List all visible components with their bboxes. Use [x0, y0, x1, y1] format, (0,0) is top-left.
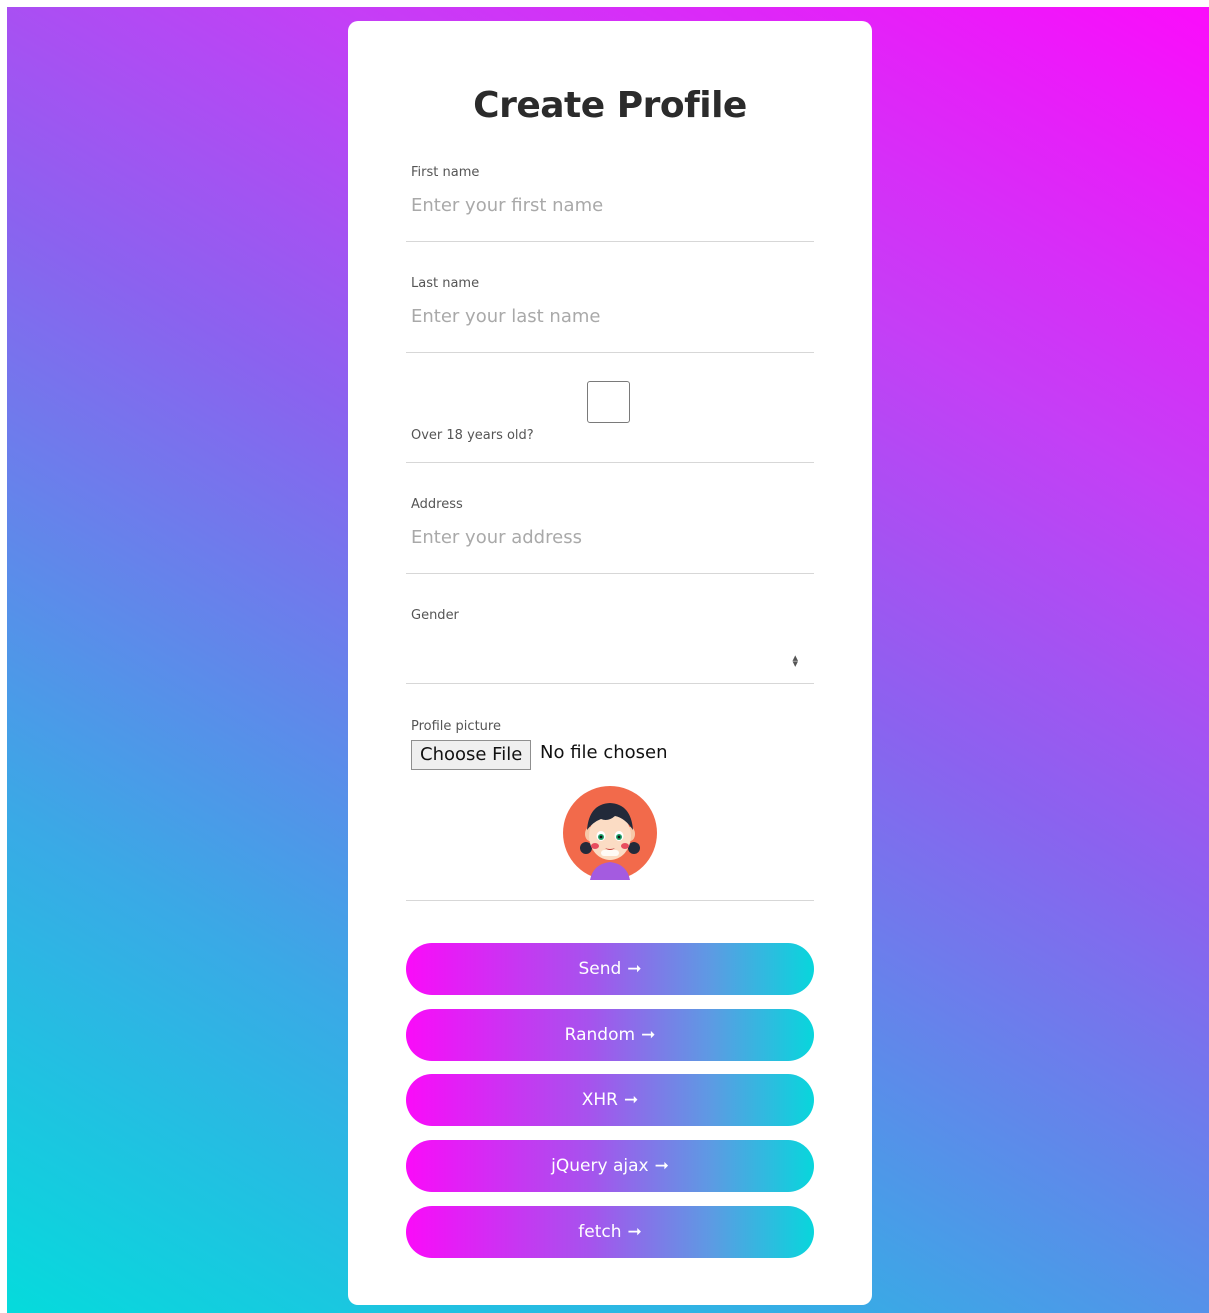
file-status-text: No file chosen	[540, 742, 668, 763]
xhr-button-label: XHR	[581, 1090, 618, 1110]
over-18-checkbox[interactable]	[587, 381, 630, 423]
send-button[interactable]: Send ➞	[406, 943, 814, 995]
first-name-field: First name	[406, 157, 814, 242]
arrow-right-icon: ➞	[654, 1156, 669, 1176]
arrow-right-icon: ➞	[627, 1222, 642, 1242]
select-arrows-icon: ▴ ▾	[792, 651, 798, 670]
random-button-label: Random	[564, 1025, 636, 1045]
fetch-button-label: fetch	[578, 1222, 622, 1242]
gender-select[interactable]: Gender ▴ ▾	[406, 599, 814, 684]
random-button[interactable]: Random ➞	[406, 1009, 814, 1061]
over-18-label: Over 18 years old?	[411, 428, 534, 443]
address-field: Address	[406, 489, 814, 574]
fetch-button[interactable]: fetch ➞	[406, 1206, 814, 1258]
first-name-input[interactable]	[411, 190, 801, 220]
arrow-right-icon: ➞	[627, 959, 642, 979]
profile-avatar	[563, 786, 657, 880]
last-name-label: Last name	[411, 276, 480, 291]
address-label: Address	[411, 497, 463, 512]
jquery-ajax-button-label: jQuery ajax	[551, 1156, 649, 1176]
choose-file-button[interactable]: Choose File	[411, 740, 532, 770]
arrow-right-icon: ➞	[641, 1025, 656, 1045]
last-name-field: Last name	[406, 268, 814, 353]
xhr-button[interactable]: XHR ➞	[406, 1074, 814, 1126]
jquery-ajax-button[interactable]: jQuery ajax ➞	[406, 1140, 814, 1192]
arrow-right-icon: ➞	[624, 1090, 639, 1110]
profile-picture-label: Profile picture	[411, 719, 501, 734]
page-title: Create Profile	[473, 85, 747, 126]
first-name-label: First name	[411, 165, 480, 180]
profile-form-card: Create Profile First name Last name Over…	[348, 21, 872, 1305]
over-18-field: Over 18 years old?	[406, 368, 814, 463]
gender-label: Gender	[411, 608, 459, 623]
address-input[interactable]	[411, 522, 801, 552]
send-button-label: Send	[578, 959, 622, 979]
last-name-input[interactable]	[411, 301, 801, 331]
